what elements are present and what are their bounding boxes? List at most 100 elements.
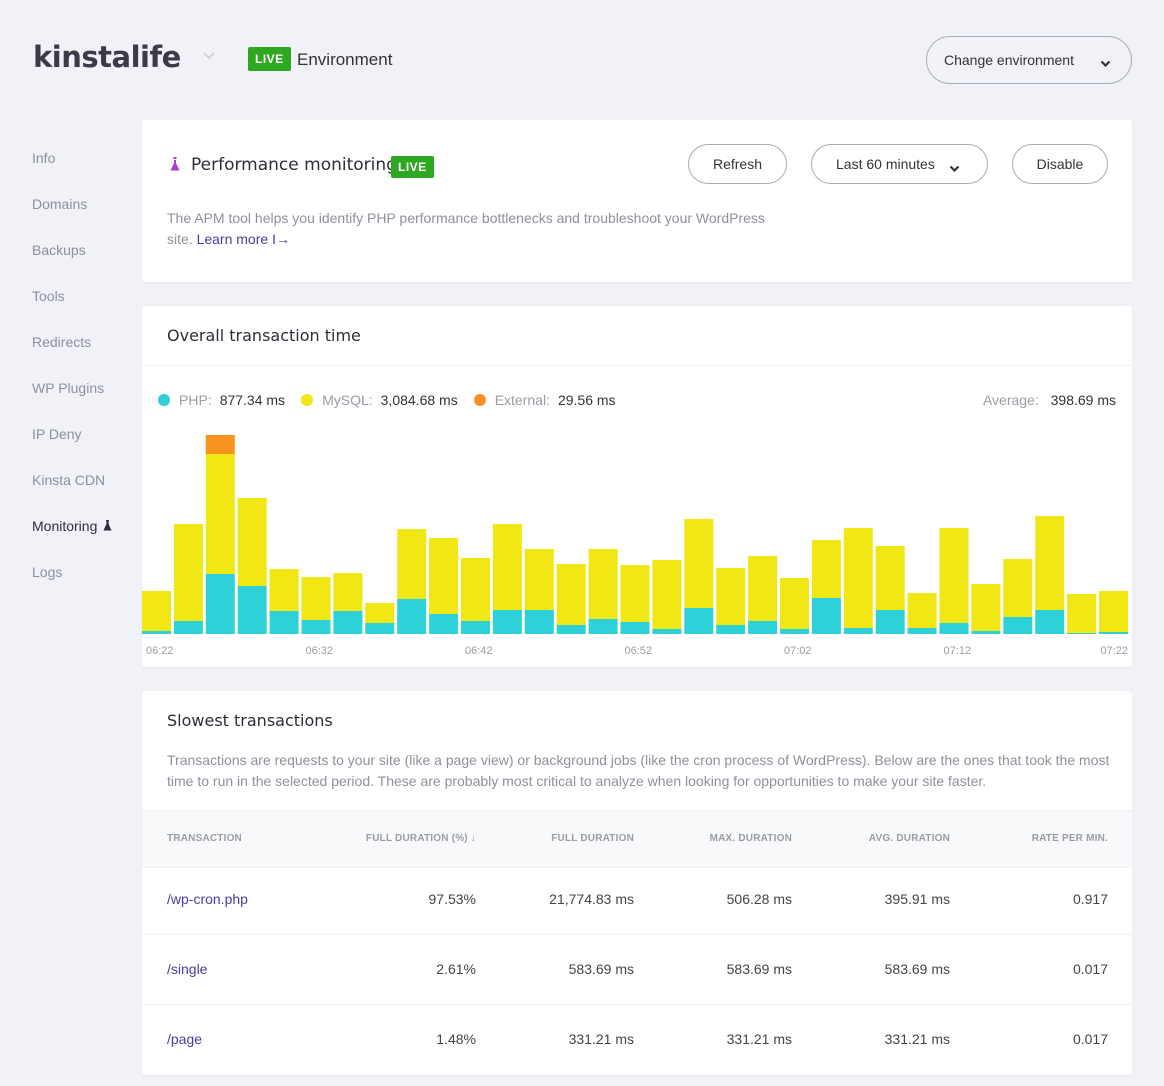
sidebar-item-info[interactable]: Info bbox=[32, 148, 112, 194]
bar-segment-php-06:36[interactable] bbox=[365, 623, 395, 634]
bar-segment-php-06:48[interactable] bbox=[556, 625, 586, 634]
bar-segment-php-06:28[interactable] bbox=[237, 586, 267, 634]
bar-segment-mysql-06:26[interactable] bbox=[205, 454, 235, 574]
bar-segment-php-07:04[interactable] bbox=[811, 598, 841, 634]
bar-segment-php-07:14[interactable] bbox=[971, 631, 1001, 634]
bar-segment-php-06:58[interactable] bbox=[716, 625, 746, 634]
transaction-link[interactable]: /single bbox=[167, 961, 207, 977]
bar-segment-php-07:18[interactable] bbox=[1035, 610, 1065, 634]
bar-segment-mysql-06:50[interactable] bbox=[588, 549, 618, 619]
change-environment-button[interactable]: Change environment bbox=[926, 36, 1132, 84]
legend-value: 877.34 ms bbox=[219, 392, 286, 408]
bar-segment-php-06:34[interactable] bbox=[333, 611, 363, 634]
column-header-full-duration-percent[interactable]: FULL DURATION (%) ↓ bbox=[366, 833, 476, 844]
bar-segment-mysql-06:54[interactable] bbox=[652, 560, 682, 629]
bar-segment-mysql-07:08[interactable] bbox=[875, 546, 905, 610]
bar-segment-external-06:26[interactable] bbox=[205, 435, 235, 454]
bar-segment-php-06:26[interactable] bbox=[205, 574, 235, 634]
bar-segment-php-07:00[interactable] bbox=[748, 621, 778, 634]
bar-segment-php-07:16[interactable] bbox=[1003, 617, 1033, 634]
disable-button[interactable]: Disable bbox=[1012, 144, 1108, 184]
bar-segment-php-06:38[interactable] bbox=[397, 599, 427, 634]
learn-more-link[interactable]: Learn more I→ bbox=[197, 231, 290, 247]
bar-segment-php-06:56[interactable] bbox=[684, 608, 714, 634]
bar-segment-php-07:08[interactable] bbox=[875, 610, 905, 634]
bar-segment-mysql-06:38[interactable] bbox=[397, 529, 427, 599]
sidebar-item-domains[interactable]: Domains bbox=[32, 194, 112, 240]
bar-segment-php-06:42[interactable] bbox=[461, 621, 490, 634]
bar-segment-mysql-07:12[interactable] bbox=[939, 528, 969, 623]
sidebar-item-kinsta-cdn[interactable]: Kinsta CDN bbox=[32, 470, 112, 516]
sidebar-item-ip-deny[interactable]: IP Deny bbox=[32, 424, 112, 470]
column-header-full-duration[interactable]: FULL DURATION bbox=[551, 833, 634, 844]
bar-segment-mysql-06:44[interactable] bbox=[492, 524, 522, 610]
bar-segment-mysql-06:24[interactable] bbox=[173, 524, 203, 621]
bar-segment-mysql-07:16[interactable] bbox=[1003, 559, 1033, 617]
bar-segment-php-06:46[interactable] bbox=[524, 610, 554, 634]
bar-segment-mysql-06:34[interactable] bbox=[333, 573, 363, 611]
bar-segment-mysql-06:58[interactable] bbox=[716, 568, 746, 625]
sidebar-item-wp-plugins[interactable]: WP Plugins bbox=[32, 378, 112, 424]
refresh-button[interactable]: Refresh bbox=[688, 144, 787, 184]
bar-segment-php-07:20[interactable] bbox=[1067, 633, 1097, 634]
legend-item-mysql: MySQL: 3,084.68 ms bbox=[301, 392, 458, 408]
bar-segment-mysql-07:20[interactable] bbox=[1067, 594, 1097, 633]
bar-segment-php-06:22[interactable] bbox=[142, 631, 171, 634]
sidebar-item-tools[interactable]: Tools bbox=[32, 286, 112, 332]
legend-dot-external bbox=[473, 394, 486, 406]
bar-segment-mysql-06:42[interactable] bbox=[461, 558, 490, 621]
bar-segment-mysql-07:06[interactable] bbox=[843, 528, 873, 628]
sidebar-item-logs[interactable]: Logs bbox=[32, 562, 112, 608]
bar-segment-mysql-07:14[interactable] bbox=[971, 584, 1001, 631]
bar-segment-mysql-07:02[interactable] bbox=[780, 578, 809, 629]
table-row[interactable]: /single 2.61% 583.69 ms 583.69 ms 583.69… bbox=[142, 935, 1132, 1005]
table-row[interactable]: /page 1.48% 331.21 ms 331.21 ms 331.21 m… bbox=[142, 1005, 1132, 1075]
sidebar-item-monitoring[interactable]: Monitoring bbox=[32, 516, 112, 562]
live-badge: LIVE bbox=[391, 156, 434, 178]
bar-segment-mysql-07:18[interactable] bbox=[1035, 516, 1065, 610]
sidebar-item-backups[interactable]: Backups bbox=[32, 240, 112, 286]
bar-segment-php-07:10[interactable] bbox=[907, 628, 937, 634]
bar-segment-php-06:44[interactable] bbox=[492, 610, 522, 634]
bar-segment-mysql-06:48[interactable] bbox=[556, 564, 586, 625]
column-header-avg-duration[interactable]: AVG. DURATION bbox=[869, 833, 950, 844]
column-header-rate-per-min[interactable]: RATE PER MIN. bbox=[1032, 833, 1108, 844]
bar-segment-mysql-07:04[interactable] bbox=[811, 540, 841, 598]
bar-segment-php-06:40[interactable] bbox=[429, 614, 459, 634]
bar-segment-mysql-07:22[interactable] bbox=[1099, 591, 1128, 632]
bar-segment-mysql-07:10[interactable] bbox=[907, 593, 937, 628]
bar-segment-php-06:54[interactable] bbox=[652, 629, 682, 634]
time-range-select[interactable]: Last 60 minutes bbox=[811, 144, 988, 184]
site-switcher-chevron-icon[interactable] bbox=[203, 52, 217, 66]
bar-segment-php-06:24[interactable] bbox=[173, 621, 203, 634]
bar-segment-mysql-06:40[interactable] bbox=[429, 538, 459, 614]
site-name[interactable]: kinstalife bbox=[33, 40, 181, 74]
learn-more-label: Learn more bbox=[196, 231, 269, 247]
bar-segment-mysql-06:22[interactable] bbox=[142, 591, 171, 631]
bar-segment-mysql-06:36[interactable] bbox=[365, 603, 395, 623]
bar-segment-php-06:52[interactable] bbox=[620, 622, 650, 634]
bar-segment-php-06:50[interactable] bbox=[588, 619, 618, 634]
transaction-time-chart: 06:22 06:32 06:42 06:52 07:02 07:12 07:22 bbox=[142, 435, 1128, 657]
bar-segment-php-06:32[interactable] bbox=[301, 620, 331, 634]
bar-segment-mysql-06:56[interactable] bbox=[684, 519, 714, 608]
table-row[interactable]: /wp-cron.php 97.53% 21,774.83 ms 506.28 … bbox=[142, 865, 1132, 935]
bar-segment-mysql-06:52[interactable] bbox=[620, 565, 650, 622]
bar-segment-php-07:12[interactable] bbox=[939, 623, 969, 634]
bar-segment-mysql-06:46[interactable] bbox=[524, 549, 554, 610]
card-title: Slowest transactions bbox=[167, 711, 333, 730]
transaction-link[interactable]: /wp-cron.php bbox=[167, 891, 248, 907]
transaction-link[interactable]: /page bbox=[167, 1031, 202, 1047]
bar-segment-php-07:22[interactable] bbox=[1099, 632, 1128, 634]
bar-segment-mysql-06:28[interactable] bbox=[237, 498, 267, 586]
bar-segment-mysql-06:30[interactable] bbox=[269, 569, 299, 611]
sidebar-item-redirects[interactable]: Redirects bbox=[32, 332, 112, 378]
bar-segment-mysql-06:32[interactable] bbox=[301, 577, 331, 620]
bar-segment-php-06:30[interactable] bbox=[269, 611, 299, 634]
column-header-max-duration[interactable]: MAX. DURATION bbox=[710, 833, 792, 844]
bar-segment-php-07:06[interactable] bbox=[843, 628, 873, 634]
column-header-transaction[interactable]: TRANSACTION bbox=[167, 833, 242, 844]
bar-segment-mysql-07:00[interactable] bbox=[748, 556, 778, 621]
bar-segment-php-07:02[interactable] bbox=[780, 629, 809, 634]
cell-full-duration-percent: 2.61% bbox=[436, 961, 476, 977]
